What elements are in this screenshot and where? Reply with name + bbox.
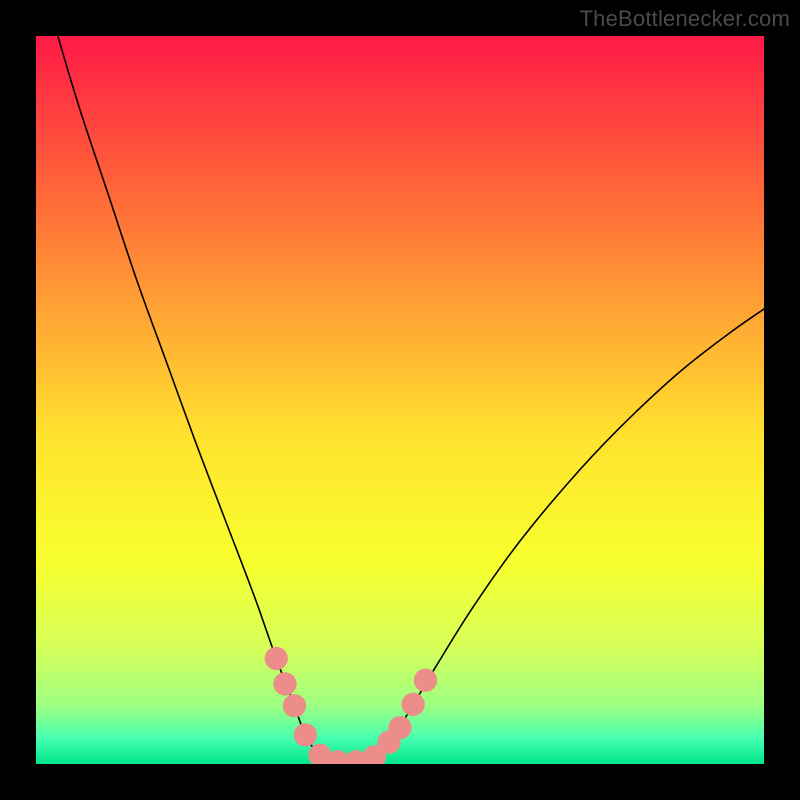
marker-dot: [294, 723, 317, 746]
chart-frame: TheBottlenecker.com: [0, 0, 800, 800]
marker-dot: [401, 693, 424, 716]
gradient-background: [36, 36, 764, 764]
marker-dot: [283, 694, 306, 717]
marker-dot: [414, 669, 437, 692]
marker-dot: [388, 716, 411, 739]
watermark-text: TheBottlenecker.com: [580, 6, 790, 32]
marker-dot: [273, 672, 296, 695]
marker-dot: [265, 647, 288, 670]
bottleneck-chart: [36, 36, 764, 764]
